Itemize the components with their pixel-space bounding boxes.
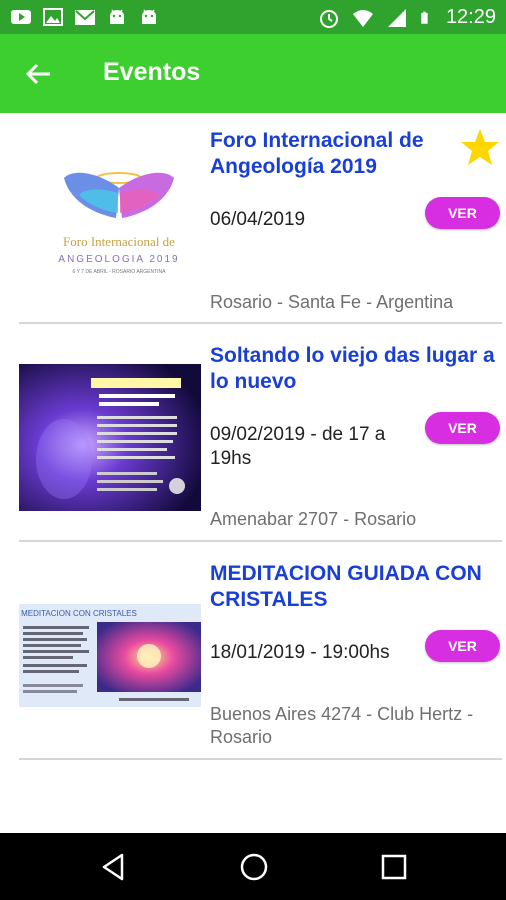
- event-thumbnail: [19, 364, 201, 511]
- arrow-left-icon[interactable]: [22, 58, 54, 90]
- event-date: 06/04/2019: [210, 209, 306, 230]
- event-location: Amenabar 2707 - Rosario: [210, 509, 417, 529]
- android-icon: [142, 9, 156, 24]
- battery-icon: [421, 11, 428, 24]
- gmail-icon: [75, 10, 95, 25]
- event-thumbnail: Foro Internacional de ANGEOLOGIA 2019 6 …: [44, 153, 194, 283]
- youtube-icon: [11, 10, 31, 24]
- page-title: Eventos: [103, 58, 201, 86]
- ver-button[interactable]: VER: [425, 197, 500, 229]
- event-date: 09/02/2019 - de 17 a 19hs: [210, 424, 386, 469]
- event-item[interactable]: Foro Internacional de ANGEOLOGIA 2019 6 …: [19, 113, 502, 323]
- app-bar: Eventos: [0, 34, 506, 113]
- navigation-bar: [0, 833, 506, 900]
- divider: [19, 540, 502, 542]
- status-bar: 12:29: [0, 0, 506, 34]
- alarm-icon: [319, 9, 338, 28]
- event-item[interactable]: Soltando lo viejo das lugar a lo nuevo 0…: [19, 331, 502, 541]
- status-time: 12:29: [445, 6, 496, 28]
- event-location: Rosario - Santa Fe - Argentina: [210, 292, 454, 312]
- divider: [19, 322, 502, 324]
- event-title[interactable]: Soltando lo viejo das lugar a lo nuevo: [210, 343, 500, 395]
- star-icon[interactable]: [460, 127, 500, 167]
- divider: [19, 758, 502, 760]
- thumb-line-3: 6 Y 7 DE ABRIL - ROSARIO ARGENTINA: [73, 269, 167, 275]
- event-item[interactable]: MEDITACION CON CRISTALES MEDITACION GUIA…: [19, 549, 502, 759]
- event-thumbnail: MEDITACION CON CRISTALES: [19, 604, 201, 707]
- event-date: 18/01/2019 - 19:00hs: [210, 642, 390, 663]
- signal-icon: [387, 8, 406, 27]
- ver-button[interactable]: VER: [425, 412, 500, 444]
- event-location: Buenos Aires 4274 - Club Hertz - Rosario: [210, 704, 474, 747]
- ver-button[interactable]: VER: [425, 630, 500, 662]
- back-triangle-icon[interactable]: [98, 851, 130, 883]
- wifi-icon: [352, 9, 373, 27]
- event-title[interactable]: MEDITACION GUIADA CON CRISTALES: [210, 561, 500, 613]
- home-circle-icon[interactable]: [238, 851, 270, 883]
- thumb-line-2: ANGEOLOGIA 2019: [58, 254, 179, 265]
- recents-square-icon[interactable]: [378, 851, 410, 883]
- gallery-icon: [43, 8, 63, 26]
- thumb-line-1: MEDITACION CON CRISTALES: [21, 609, 137, 618]
- thumb-line-1: Foro Internacional de: [63, 234, 175, 249]
- android-icon: [110, 9, 124, 24]
- event-title[interactable]: Foro Internacional de Angeología 2019: [210, 128, 500, 180]
